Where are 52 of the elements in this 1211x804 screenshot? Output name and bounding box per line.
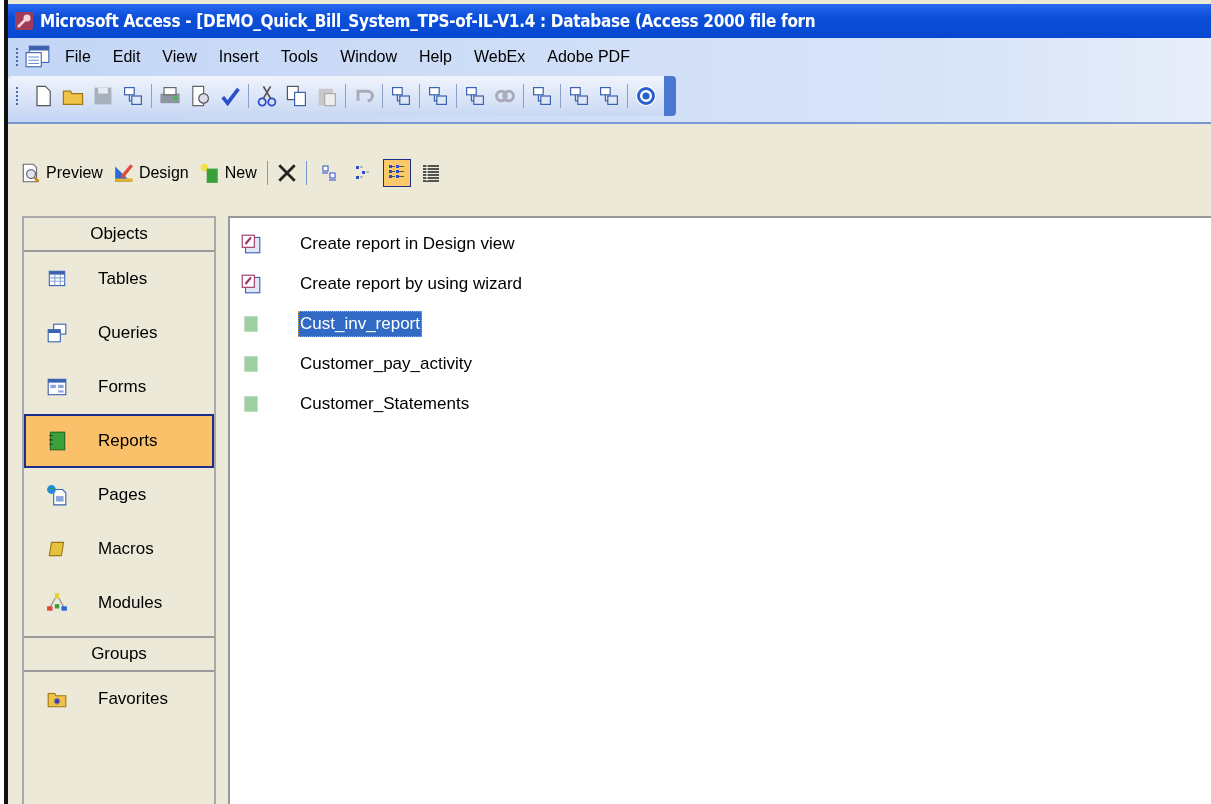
toolbar-button[interactable]: Design [110, 160, 191, 186]
sidebar-item[interactable]: Reports [24, 414, 214, 468]
report-shortcut-icon [240, 273, 262, 295]
form-icon [46, 376, 68, 398]
query-icon [46, 322, 68, 344]
toolbar-icon[interactable] [285, 84, 309, 108]
objects-header[interactable]: Objects [24, 218, 214, 252]
new-item-icon [198, 162, 221, 184]
sidebar-item[interactable]: Macros [24, 522, 214, 576]
toolbar-icon[interactable] [389, 84, 413, 108]
sidebar-item[interactable]: Favorites [24, 672, 214, 726]
view-button[interactable] [382, 159, 411, 187]
menu-item[interactable]: View [162, 48, 197, 66]
list-item[interactable]: Cust_inv_report [240, 304, 1211, 344]
help-icon[interactable] [634, 84, 658, 108]
toolbar-icon[interactable] [530, 84, 554, 108]
list-item[interactable]: Customer_pay_activity [240, 344, 1211, 384]
database-window-icon[interactable] [25, 45, 51, 69]
menu-item[interactable]: Tools [280, 48, 319, 66]
view-mode-icon [420, 163, 441, 183]
menu-item[interactable]: WebEx [473, 48, 526, 66]
module-icon [46, 592, 68, 614]
key-icon [14, 11, 34, 31]
window-title: Microsoft Access - [DEMO_Quick_Bill_System_TPS-of-IL-V1.4 : Database (Access 2000 file forn [40, 11, 816, 31]
toolbar-icon[interactable] [426, 84, 450, 108]
toolbar-button[interactable]: Preview [18, 160, 105, 186]
toolbar-icon[interactable] [463, 84, 487, 108]
scissors-icon[interactable] [255, 84, 279, 108]
list-item[interactable]: Customer_Statements [240, 384, 1211, 424]
menu-item[interactable]: File [65, 48, 91, 66]
sidebar-item[interactable]: Forms [24, 360, 214, 414]
web-page-icon [46, 484, 68, 506]
ruler-pencil-icon [112, 162, 135, 184]
toolbar-icon[interactable] [121, 84, 145, 108]
list-item[interactable]: Create report in Design view [240, 224, 1211, 264]
menu-item[interactable]: Insert [218, 48, 259, 66]
toolbar-icon[interactable] [597, 84, 621, 108]
report-shortcut-icon [240, 233, 262, 255]
groups-header[interactable]: Groups [24, 636, 214, 672]
sidebar-item[interactable]: Pages [24, 468, 214, 522]
menu-item[interactable]: Window [340, 48, 398, 66]
menu-item[interactable]: Adobe PDF [547, 48, 630, 66]
menu-item[interactable]: Help [419, 48, 452, 66]
toolbar-icon[interactable] [567, 84, 591, 108]
list-item[interactable]: Create report by using wizard [240, 264, 1211, 304]
magnifier-page-icon [20, 162, 42, 184]
notebook-icon [46, 430, 68, 452]
sidebar-item[interactable]: Modules [24, 576, 214, 630]
sidebar-item[interactable]: Queries [24, 306, 214, 360]
toolbar-button[interactable]: New [196, 160, 259, 186]
menu-item[interactable]: Edit [112, 48, 141, 66]
sidebar-item[interactable]: Tables [24, 252, 214, 306]
